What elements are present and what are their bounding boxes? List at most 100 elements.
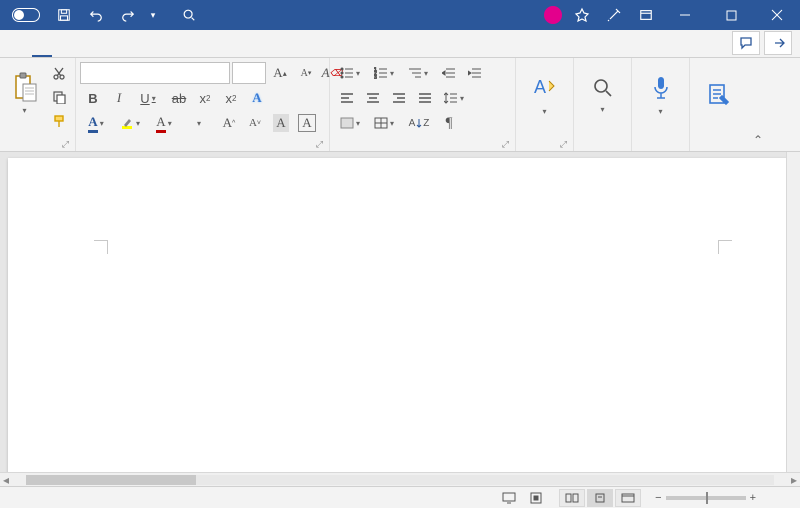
focus-mode[interactable] (530, 492, 545, 504)
undo-icon[interactable] (80, 0, 112, 30)
clipboard-launcher-icon[interactable]: ⤢ (62, 139, 69, 150)
margin-mark (94, 240, 108, 254)
font-color-a-icon[interactable]: A▾ (80, 112, 114, 134)
char-shading-icon[interactable]: A (268, 112, 294, 134)
zoom-slider[interactable] (666, 496, 746, 500)
vertical-scrollbar[interactable] (786, 152, 800, 472)
change-case-icon[interactable]: ▾ (182, 112, 216, 134)
find-icon (592, 77, 614, 99)
close-button[interactable] (754, 0, 800, 30)
show-marks-icon[interactable]: ¶ (436, 112, 462, 134)
styles-launcher-icon[interactable]: ⤢ (560, 139, 567, 150)
horizontal-scrollbar[interactable]: ◂ ▸ (0, 472, 800, 486)
zoom-in-icon[interactable]: + (750, 492, 756, 504)
decrease-indent-icon[interactable] (436, 62, 462, 84)
font-color-icon[interactable]: A▾ (148, 112, 182, 134)
tab-mailings[interactable] (176, 46, 196, 57)
strikethrough-icon[interactable]: ab (166, 87, 192, 109)
subscript-icon[interactable]: x2 (192, 87, 218, 109)
justify-icon[interactable] (412, 87, 438, 109)
align-right-icon[interactable] (386, 87, 412, 109)
tab-insert[interactable] (56, 46, 76, 57)
save-icon[interactable] (48, 0, 80, 30)
ribbon-display-icon[interactable] (630, 0, 662, 30)
print-layout-icon[interactable] (587, 489, 613, 507)
minimize-button[interactable] (662, 0, 708, 30)
autosave-toggle[interactable] (12, 8, 40, 22)
scroll-thumb[interactable] (26, 475, 196, 485)
highlight-icon[interactable]: ▾ (114, 112, 148, 134)
borders-icon[interactable]: ▾ (368, 112, 402, 134)
char-subscript-icon[interactable]: A˅ (242, 112, 268, 134)
bold-icon[interactable]: B (80, 87, 106, 109)
document-area[interactable]: ◂ ▸ (0, 152, 800, 486)
font-launcher-icon[interactable]: ⤢ (316, 139, 323, 150)
maximize-button[interactable] (708, 0, 754, 30)
char-superscript-icon[interactable]: A^ (216, 112, 242, 134)
line-spacing-icon[interactable]: ▾ (438, 87, 472, 109)
styles-button[interactable]: A ▾ (520, 60, 569, 130)
tab-layout[interactable] (128, 46, 148, 57)
tab-review[interactable] (200, 46, 220, 57)
tab-design[interactable] (104, 46, 124, 57)
zoom-out-icon[interactable]: − (655, 492, 661, 504)
page[interactable] (8, 158, 792, 486)
svg-text:3: 3 (374, 75, 377, 79)
margin-mark (718, 240, 732, 254)
editor-button[interactable] (694, 60, 744, 130)
tab-draw[interactable] (80, 46, 100, 57)
font-name-input[interactable] (80, 62, 230, 84)
sort-icon[interactable]: AZ (402, 112, 436, 134)
user-account[interactable] (538, 6, 566, 24)
zoom-control[interactable]: − + (655, 492, 794, 504)
web-layout-icon[interactable] (615, 489, 641, 507)
comments-icon[interactable] (732, 31, 760, 55)
premium-icon[interactable] (566, 0, 598, 30)
search-icon[interactable] (182, 8, 196, 22)
increase-indent-icon[interactable] (462, 62, 488, 84)
autosave-control[interactable] (0, 8, 48, 22)
font-size-input[interactable] (232, 62, 266, 84)
tab-references[interactable] (152, 46, 172, 57)
grow-font-icon[interactable]: A▴ (268, 62, 292, 84)
tab-help[interactable] (248, 46, 268, 57)
shading-icon[interactable]: ▾ (334, 112, 368, 134)
multilevel-list-icon[interactable]: ▾ (402, 62, 436, 84)
scroll-right-icon[interactable]: ▸ (788, 473, 800, 487)
dictate-button[interactable]: ▾ (636, 60, 685, 130)
tab-view[interactable] (224, 46, 244, 57)
svg-text:A: A (534, 77, 546, 97)
scroll-left-icon[interactable]: ◂ (0, 473, 12, 487)
tab-file[interactable] (8, 46, 28, 57)
tab-acrobat[interactable] (272, 46, 292, 57)
redo-icon[interactable] (112, 0, 144, 30)
group-clipboard: ▾ ⤢ (0, 58, 76, 151)
align-left-icon[interactable] (334, 87, 360, 109)
paragraph-launcher-icon[interactable]: ⤢ (502, 139, 509, 150)
superscript-icon[interactable]: x2 (218, 87, 244, 109)
char-border-icon[interactable]: A (294, 112, 320, 134)
cut-icon[interactable] (47, 62, 71, 84)
editor-icon (707, 82, 731, 106)
format-painter-icon[interactable] (47, 110, 71, 132)
coming-soon-icon[interactable] (598, 0, 630, 30)
share-icon[interactable] (764, 31, 792, 55)
collapse-ribbon-icon[interactable]: ⌃ (748, 58, 768, 151)
microphone-icon (650, 75, 672, 101)
tab-home[interactable] (32, 44, 52, 57)
underline-icon[interactable]: U ▾ (132, 87, 166, 109)
copy-icon[interactable] (47, 86, 71, 108)
text-effects-icon[interactable]: A (244, 87, 270, 109)
bullets-icon[interactable]: ▾ (334, 62, 368, 84)
paste-button[interactable]: ▾ (4, 60, 45, 126)
align-center-icon[interactable] (360, 87, 386, 109)
qat-customize-icon[interactable]: ▾ (144, 0, 162, 30)
editing-button[interactable]: ▾ (578, 60, 627, 130)
ribbon-tabs (0, 30, 800, 58)
numbering-icon[interactable]: 123▾ (368, 62, 402, 84)
display-settings-icon[interactable] (502, 492, 516, 504)
read-mode-icon[interactable] (559, 489, 585, 507)
italic-icon[interactable]: I (106, 87, 132, 109)
styles-icon: A (532, 75, 558, 101)
shrink-font-icon[interactable]: A▾ (294, 62, 318, 84)
